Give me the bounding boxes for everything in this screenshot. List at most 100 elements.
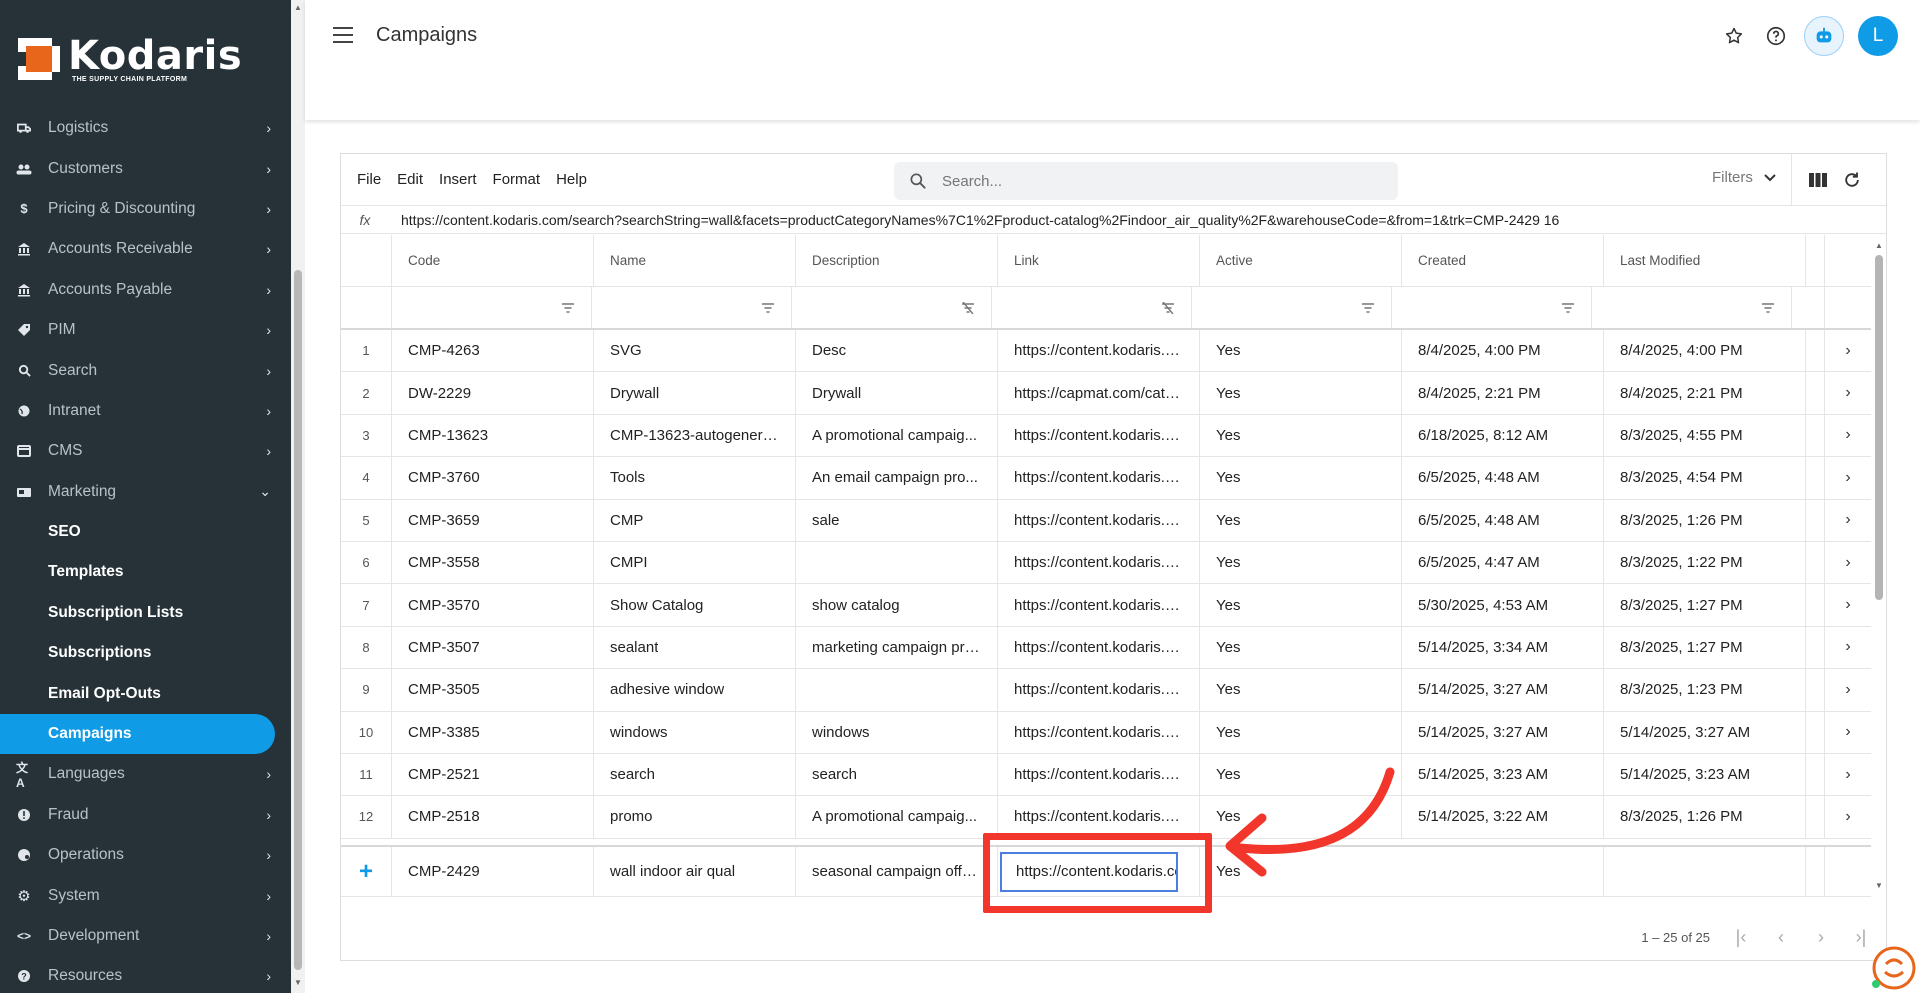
sidebar-item-pricing-discounting[interactable]: $ Pricing & Discounting › [0,189,291,229]
cell-name[interactable]: SVG [594,330,796,372]
cell-link[interactable]: https://content.kodaris.c... [998,669,1200,711]
column-header-active[interactable]: Active [1200,235,1402,286]
cell-created[interactable]: 6/18/2025, 8:12 AM [1402,414,1604,457]
cell-active[interactable]: Yes [1200,584,1402,626]
column-header-name[interactable]: Name [594,235,796,286]
cell-desc[interactable]: Desc [796,330,998,372]
cell-code[interactable]: CMP-2521 [392,753,594,796]
star-icon[interactable] [1720,22,1748,50]
chevron-right-icon[interactable]: › [1825,500,1871,541]
next-page-icon[interactable]: › [1812,927,1830,947]
cell-link[interactable]: https://content.kodaris.c... [998,457,1200,499]
cell-link[interactable]: https://content.kodaris.c... [998,796,1200,838]
cell-desc[interactable]: An email campaign pro... [796,457,998,499]
cell-created[interactable]: 5/14/2025, 3:34 AM [1402,626,1604,669]
sidebar-subitem-templates[interactable]: Templates [0,552,291,592]
cell-name[interactable]: windows [594,711,796,753]
cell-created[interactable]: 5/14/2025, 3:27 AM [1402,669,1604,711]
cell-active[interactable]: Yes [1200,711,1402,753]
column-header-last-modified[interactable]: Last Modified [1604,235,1806,286]
chat-support-icon[interactable] [1868,944,1916,992]
cell-desc[interactable]: show catalog [796,584,998,626]
table-row[interactable]: 2 DW-2229 Drywall Drywall https://capmat.com… [341,372,1871,415]
chevron-right-icon[interactable]: › [1825,584,1871,625]
chevron-right-icon[interactable]: › [1825,669,1871,710]
sidebar-item-development[interactable]: <> Development › [0,916,291,956]
columns-icon[interactable] [1806,168,1830,192]
cell-active[interactable]: Yes [1200,499,1402,541]
formula-value[interactable]: https://content.kodaris.com/search?searc… [401,212,1559,228]
sidebar-subitem-email-opt-outs[interactable]: Email Opt-Outs [0,673,291,713]
help-icon[interactable] [1762,22,1790,50]
table-row[interactable]: 6 CMP-3558 CMPI https://content.kodaris.c..… [341,541,1871,585]
cell-active[interactable]: Yes [1200,669,1402,711]
table-row[interactable]: 9 CMP-3505 adhesive window https://content.… [341,669,1871,712]
menu-help[interactable]: Help [556,171,587,188]
menu-edit[interactable]: Edit [397,171,423,188]
cell-active[interactable]: Yes [1200,330,1402,372]
first-page-icon[interactable]: |‹ [1732,927,1750,947]
cell-link[interactable]: https://content.kodaris.c... [998,330,1200,372]
cell-created[interactable]: 8/4/2025, 2:21 PM [1402,372,1604,414]
sidebar-item-search[interactable]: Search › [0,350,291,390]
chevron-right-icon[interactable]: › [1825,372,1871,413]
cell-name[interactable]: adhesive window [594,669,796,711]
sidebar-item-accounts-receivable[interactable]: Accounts Receivable › [0,229,291,269]
cell-mod[interactable]: 8/3/2025, 1:22 PM [1604,541,1806,584]
filter-icon[interactable] [761,302,775,314]
cell-mod[interactable]: 8/3/2025, 1:23 PM [1604,669,1806,711]
sidebar-subitem-campaigns[interactable]: Campaigns [0,713,275,755]
sidebar-item-customers[interactable]: Customers › [0,148,291,188]
new-name-cell[interactable]: wall indoor air qual [610,863,735,880]
chevron-right-icon[interactable]: › [1825,712,1871,753]
cell-code[interactable]: CMP-3385 [392,711,594,753]
sidebar-subitem-seo[interactable]: SEO [0,512,291,552]
table-row[interactable]: 7 CMP-3570 Show Catalog show catalog https:/… [341,584,1871,627]
menu-icon[interactable] [333,27,353,43]
cell-name[interactable]: sealant [594,626,796,669]
filter-icon[interactable] [1361,302,1375,314]
cell-code[interactable]: CMP-4263 [392,330,594,372]
cell-desc[interactable]: A promotional campaig... [796,796,998,838]
refresh-icon[interactable] [1840,168,1864,192]
cell-mod[interactable]: 8/4/2025, 4:00 PM [1604,330,1806,372]
cell-code[interactable]: CMP-3760 [392,457,594,499]
cell-name[interactable]: search [594,753,796,796]
sidebar-item-system[interactable]: ⚙ System › [0,875,291,915]
filter-off-icon[interactable] [961,301,975,314]
cell-mod[interactable]: 8/3/2025, 1:27 PM [1604,584,1806,626]
cell-desc[interactable]: marketing campaign pro... [796,626,998,669]
cell-name[interactable]: Show Catalog [594,584,796,626]
cell-mod[interactable]: 8/3/2025, 4:55 PM [1604,414,1806,457]
cell-desc[interactable] [796,541,998,584]
cell-desc[interactable] [796,669,998,711]
chevron-right-icon[interactable]: › [1825,542,1871,583]
cell-name[interactable]: CMP-13623-autogenera... [594,414,796,457]
sidebar-item-operations[interactable]: Operations › [0,835,291,875]
cell-created[interactable]: 6/5/2025, 4:47 AM [1402,541,1604,584]
cell-name[interactable]: CMP [594,499,796,541]
cell-desc[interactable]: Drywall [796,372,998,414]
table-row[interactable]: 11 CMP-2521 search search https://content.ko… [341,753,1871,797]
table-row[interactable]: 8 CMP-3507 sealant marketing campaign pro..… [341,626,1871,670]
assistant-bot-icon[interactable] [1804,16,1844,56]
cell-active[interactable]: Yes [1200,414,1402,457]
cell-mod[interactable]: 5/14/2025, 3:23 AM [1604,753,1806,796]
cell-link[interactable]: https://content.kodaris.c... [998,753,1200,796]
sidebar-item-cms[interactable]: CMS › [0,431,291,471]
search-box[interactable] [894,162,1398,200]
cell-desc[interactable]: sale [796,499,998,541]
filter-off-icon[interactable] [1161,301,1175,314]
cell-active[interactable]: Yes [1200,457,1402,499]
menu-file[interactable]: File [357,171,381,188]
cell-created[interactable]: 8/4/2025, 4:00 PM [1402,330,1604,372]
cell-desc[interactable]: A promotional campaig... [796,414,998,457]
cell-created[interactable]: 5/30/2025, 4:53 AM [1402,584,1604,626]
cell-code[interactable]: CMP-3659 [392,499,594,541]
cell-active[interactable]: Yes [1200,626,1402,669]
new-modified-cell[interactable] [1604,847,1806,896]
column-header-description[interactable]: Description [796,235,998,286]
cell-link[interactable]: https://content.kodaris.c... [998,711,1200,753]
chevron-right-icon[interactable]: › [1825,754,1871,795]
cell-created[interactable]: 5/14/2025, 3:22 AM [1402,796,1604,838]
